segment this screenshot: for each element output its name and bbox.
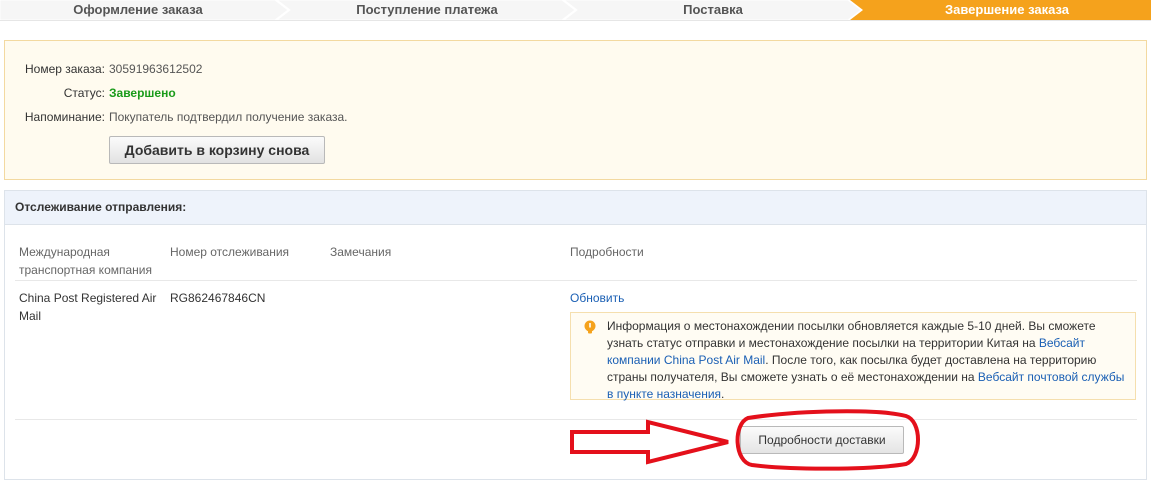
order-status-row: Статус: Завершено [5,85,1146,101]
tracking-title: Отслеживание отправления: [15,200,187,214]
order-reminder-label: Напоминание: [24,110,105,124]
order-number-value: 30591963612502 [109,62,203,76]
order-progress-steps: Оформление заказа Поступление платежа По… [0,0,1151,22]
tracking-info-box: Информация о местонахождении посылки обн… [570,312,1136,403]
cell-carrier-line1: China Post Registered Air [19,291,157,305]
column-header-tracking-number: Номер отслеживания [170,245,290,259]
step-order-complete: Завершение заказа [944,2,1070,17]
column-header-carrier: Международная транспортная компания [19,243,152,279]
delivery-details-button[interactable]: Подробности доставки [740,426,904,454]
row-separator [15,419,1137,420]
cell-carrier-line2: Mail [19,309,42,323]
info-text-part3: . [721,387,725,401]
order-status-value: Завершено [109,86,176,100]
tracking-header: Отслеживание отправления: [5,191,1146,225]
shipment-tracking-panel: Отслеживание отправления: Международная … [4,190,1147,480]
refresh-link[interactable]: Обновить [570,289,624,307]
column-header-remarks: Замечания [330,245,392,259]
order-number-row: Номер заказа: 30591963612502 [5,61,1146,77]
column-header-details: Подробности [570,245,644,259]
order-status-label: Статус: [63,86,105,100]
column-header-carrier-line1: Международная [19,245,110,259]
step-payment-received: Поступление платежа [356,2,498,17]
header-separator [15,280,1137,281]
cell-tracking-number: RG862467846CN [170,291,266,305]
order-number-label: Номер заказа: [24,62,105,76]
info-text-part1: Информация о местонахождении посылки обн… [607,319,1096,350]
lightbulb-icon [584,320,596,334]
order-info-panel: Номер заказа: 30591963612502 Статус: Зав… [4,40,1147,180]
order-reminder-value: Покупатель подтвердил получение заказа. [109,110,348,124]
step-order-placement: Оформление заказа [73,2,203,17]
cell-carrier: China Post Registered Air Mail [19,289,156,325]
order-reminder-row: Напоминание: Покупатель подтвердил получ… [5,109,1146,125]
step-delivery: Поставка [683,2,743,17]
tracking-info-text: Информация о местонахождении посылки обн… [607,318,1127,403]
add-to-cart-again-button[interactable]: Добавить в корзину снова [109,136,325,164]
column-header-carrier-line2: транспортная компания [19,263,152,277]
